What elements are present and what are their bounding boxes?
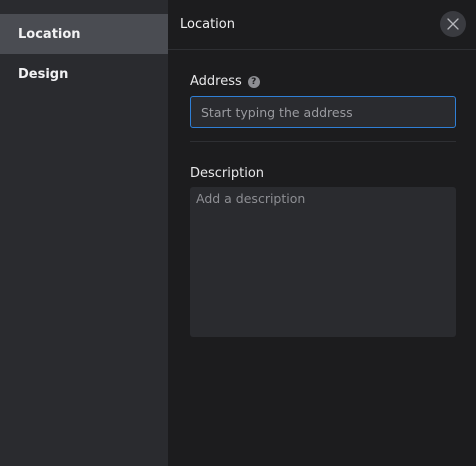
sidebar-item-location[interactable]: Location — [0, 14, 168, 54]
panel-header: Location — [168, 0, 476, 50]
divider — [190, 141, 456, 142]
sidebar-item-label: Location — [18, 26, 81, 42]
address-input[interactable] — [190, 96, 456, 128]
question-circle-icon[interactable]: ? — [247, 75, 260, 88]
location-dialog: Location Design Location Address ? Descr… — [0, 0, 476, 466]
panel-title: Location — [180, 17, 235, 32]
sidebar: Location Design — [0, 0, 168, 466]
sidebar-item-design[interactable]: Design — [0, 54, 168, 94]
description-textarea[interactable] — [190, 187, 456, 337]
form: Address ? Description — [168, 74, 476, 341]
close-icon — [447, 18, 459, 30]
description-label: Description — [190, 166, 265, 181]
close-button[interactable] — [440, 11, 466, 37]
address-label: Address — [190, 74, 242, 89]
sidebar-item-label: Design — [18, 66, 69, 82]
main-panel: Location Address ? Description — [168, 0, 476, 466]
address-label-row: Address ? — [190, 74, 454, 89]
